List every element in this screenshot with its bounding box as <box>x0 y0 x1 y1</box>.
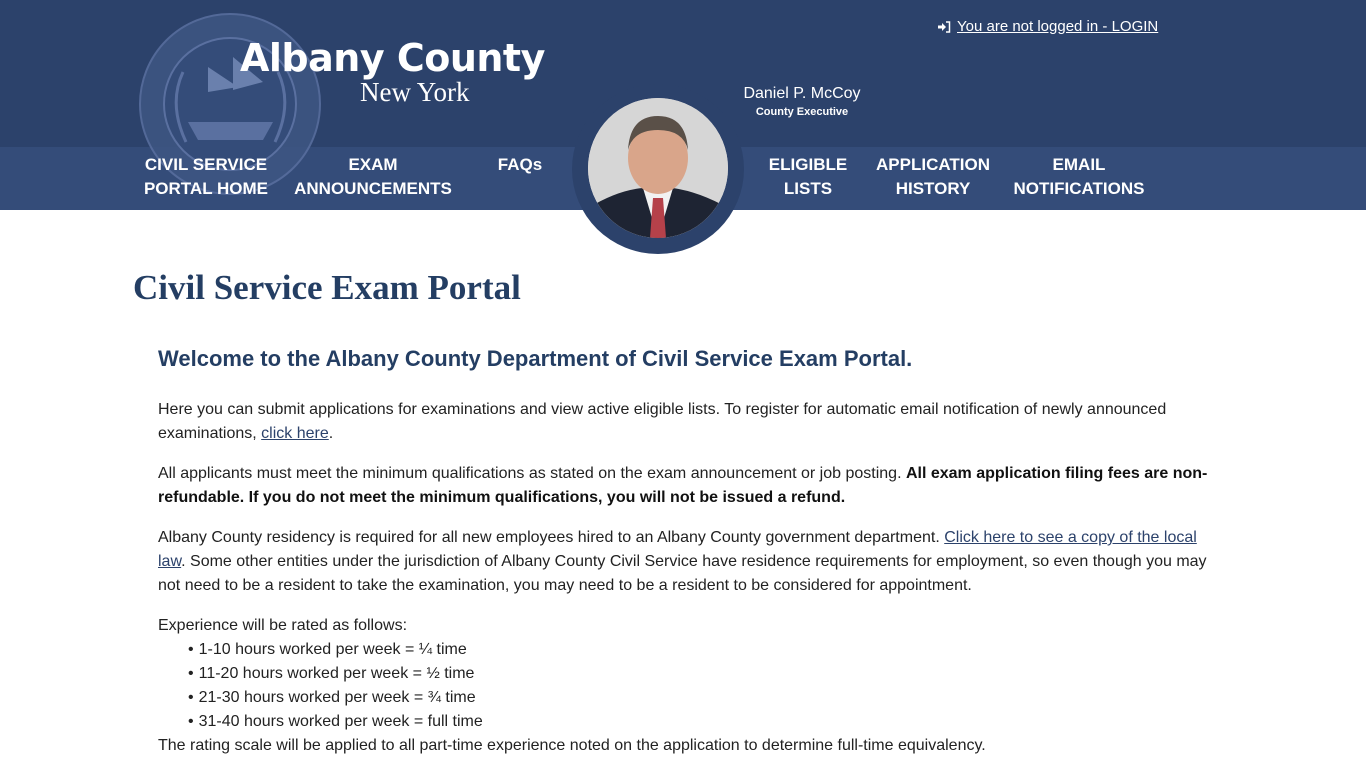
experience-list: 1-10 hours worked per week = ¼ time 11-2… <box>158 638 986 734</box>
residency-text-end: . Some other entities under the jurisdic… <box>158 553 1207 594</box>
nav-label: PORTAL HOME <box>143 179 269 198</box>
intro-paragraph: Here you can submit applications for exa… <box>158 398 1218 446</box>
nav-portal-home[interactable]: CIVIL SERVICE PORTAL HOME <box>143 153 269 201</box>
nav-label: EMAIL <box>1052 155 1106 174</box>
portrait-image <box>588 98 728 238</box>
intro-text-end: . <box>328 425 334 442</box>
experience-item: 11-20 hours worked per week = ½ time <box>188 662 986 686</box>
brand-title: Albany County <box>240 36 545 80</box>
email-notification-link[interactable]: click here <box>261 425 329 442</box>
nav-label: APPLICATION <box>876 155 990 174</box>
experience-intro: Experience will be rated as follows: <box>158 617 408 634</box>
experience-item: 31-40 hours worked per week = full time <box>188 710 986 734</box>
qualifications-paragraph: All applicants must meet the minimum qua… <box>158 462 1218 510</box>
experience-section: Experience will be rated as follows: 1-1… <box>158 614 986 758</box>
sign-in-icon <box>938 20 951 33</box>
welcome-heading: Welcome to the Albany County Department … <box>158 346 913 371</box>
experience-footer: The rating scale will be applied to all … <box>158 737 986 754</box>
nav-eligible-lists[interactable]: ELIGIBLE LISTS <box>763 153 853 201</box>
nav-label: FAQs <box>497 155 543 174</box>
page-title: Civil Service Exam Portal <box>133 268 521 307</box>
nav-label: LISTS <box>783 179 833 198</box>
qualifications-text: All applicants must meet the minimum qua… <box>158 465 906 482</box>
nav-faqs[interactable]: FAQs <box>490 153 550 177</box>
nav-label: CIVIL SERVICE <box>144 155 268 174</box>
executive-title: County Executive <box>755 106 849 118</box>
residency-paragraph: Albany County residency is required for … <box>158 526 1218 598</box>
residency-text: Albany County residency is required for … <box>158 529 945 546</box>
brand-subtitle: New York <box>360 77 470 107</box>
nav-label: ELIGIBLE <box>768 155 848 174</box>
nav-label: NOTIFICATIONS <box>1013 179 1145 198</box>
experience-item: 21-30 hours worked per week = ¾ time <box>188 686 986 710</box>
nav-label: HISTORY <box>895 179 971 198</box>
experience-item: 1-10 hours worked per week = ¼ time <box>188 638 986 662</box>
executive-name: Daniel P. McCoy <box>743 85 861 102</box>
nav-email-notifications[interactable]: EMAIL NOTIFICATIONS <box>1010 153 1148 201</box>
login-link-label: You are not logged in - LOGIN <box>957 18 1159 35</box>
nav-application-history[interactable]: APPLICATION HISTORY <box>872 153 994 201</box>
login-link[interactable]: You are not logged in - LOGIN <box>937 18 1158 35</box>
nav-label: EXAM <box>348 155 398 174</box>
nav-exam-announcements[interactable]: EXAM ANNOUNCEMENTS <box>293 153 453 201</box>
executive-portrait <box>588 98 728 238</box>
nav-label: ANNOUNCEMENTS <box>294 179 452 198</box>
